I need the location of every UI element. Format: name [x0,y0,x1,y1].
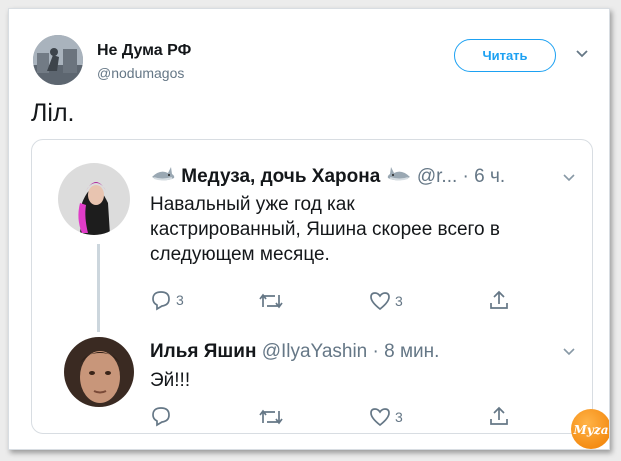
quoted-meta[interactable]: @r... · 6 ч. [417,166,505,187]
like-button[interactable]: 3 [369,291,403,311]
quoted-text-1: Навальный уже год как кастрированный, Яш… [150,192,500,267]
share-button[interactable] [488,405,510,427]
share-icon [490,290,508,309]
author-avatar[interactable] [33,35,83,85]
retweet-button[interactable] [258,407,284,427]
share-button[interactable] [488,289,510,311]
retweet-icon [259,409,283,425]
like-count: 3 [395,293,403,309]
text-line: кастрированный, Яшина скорее всего в [150,219,500,240]
reply-button[interactable]: 3 [150,289,184,311]
author-name[interactable]: Не Дума РФ [97,42,191,60]
quoted-avatar-medusa[interactable] [58,163,130,235]
svg-text:Муzа: Муzа [573,423,609,437]
quoted-text-2: Эй!!! [150,368,190,393]
reply-icon [152,407,170,427]
share-icon [490,406,508,425]
watermark-logo: Муzа [571,409,609,449]
like-count: 3 [395,409,403,425]
tweet-text: Ліл. [31,99,75,127]
quoted-author-name[interactable]: Илья Яшин [150,341,256,362]
quoted-header-2: Илья Яшин @IlyaYashin · 8 мин. [150,341,439,363]
reply-icon [152,291,170,311]
text-line: Эй!!! [150,370,191,391]
chevron-down-icon[interactable] [575,49,589,59]
shark-emoji-icon [387,167,410,181]
quoted-header-1: Медуза, дочь Харона @r... · 6 ч. [150,165,505,188]
chevron-down-icon[interactable] [562,173,576,183]
quoted-thread[interactable]: Медуза, дочь Харона @r... · 6 ч. Навальн… [31,139,593,434]
reply-button[interactable] [150,405,176,427]
reply-count: 3 [176,292,184,308]
quoted-author-name[interactable]: Медуза, дочь Харона [181,166,380,187]
chevron-down-icon[interactable] [562,347,576,357]
thread-connector-line [97,244,100,332]
text-line: Навальный уже год как [150,194,355,215]
shark-emoji-icon [152,167,175,181]
tweet-card: Не Дума РФ @nodumagos Читать Ліл. Медуза… [8,8,610,450]
quoted-meta[interactable]: @IlyaYashin · 8 мин. [262,341,440,362]
like-button[interactable]: 3 [369,407,403,427]
retweet-icon [259,293,283,309]
author-handle[interactable]: @nodumagos [97,65,184,81]
like-icon [370,292,390,311]
follow-button[interactable]: Читать [454,39,556,72]
retweet-button[interactable] [258,291,284,311]
quoted-avatar-yashin[interactable] [64,337,134,407]
like-icon [370,408,390,427]
text-line: следующем месяце. [150,244,330,265]
